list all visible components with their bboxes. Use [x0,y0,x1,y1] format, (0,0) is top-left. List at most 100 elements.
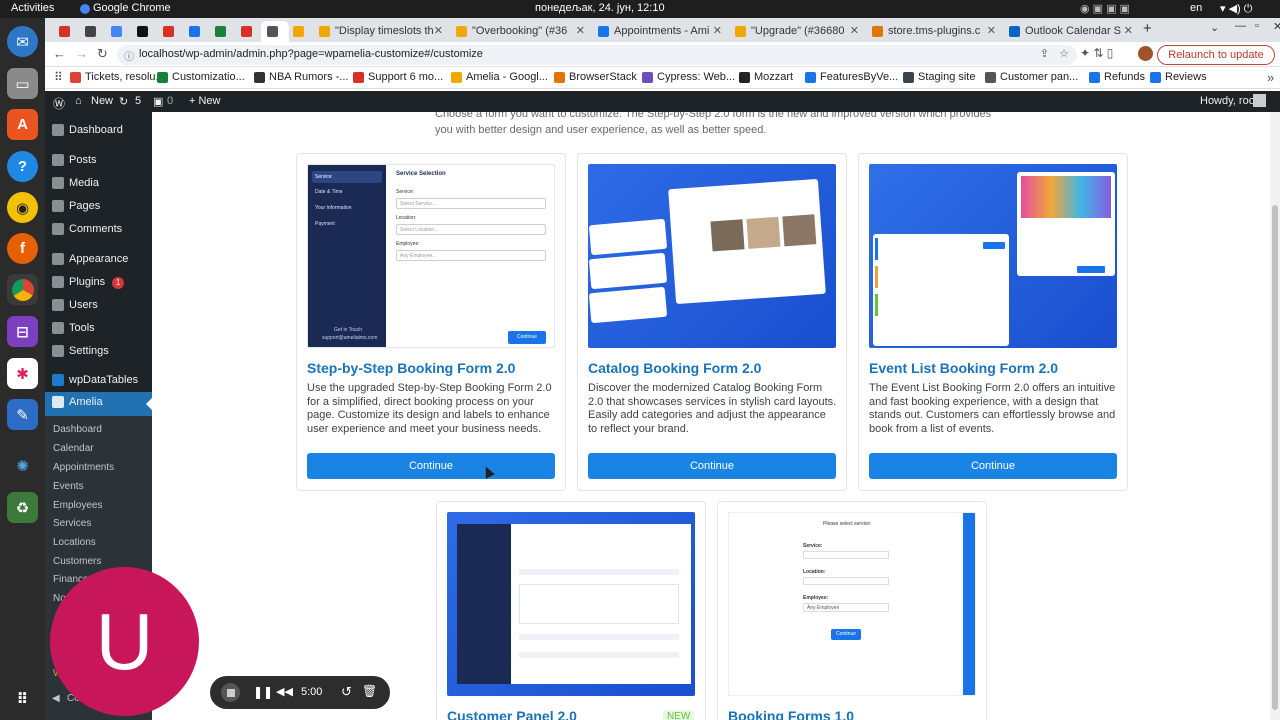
new-content-link[interactable]: + New [189,95,221,107]
close-icon[interactable]: ✕ [576,24,585,37]
chat-app-icon[interactable]: ⊟ [7,316,38,347]
text-editor-icon[interactable]: ✎ [7,399,38,430]
tab-8[interactable] [235,21,263,42]
more-bookmarks-icon[interactable]: » [1267,70,1274,85]
bookmark-item[interactable]: Mozzart [739,71,793,83]
bookmark-item[interactable]: Customer pan... [985,71,1078,83]
bookmark-item[interactable]: Tickets, resolu... [70,71,165,83]
menu-settings[interactable]: Settings [45,341,152,363]
updates-count[interactable]: 5 [135,95,141,107]
menu-comments[interactable]: Comments [45,219,152,241]
close-icon[interactable]: ✕ [850,24,859,37]
tab-overbooking[interactable]: "Overbooking" (#36 ✕ [450,21,590,42]
menu-dashboard[interactable]: Dashboard [45,120,152,142]
lang-indicator[interactable]: en [1190,2,1202,14]
sub-employees[interactable]: Employees [45,500,152,511]
menu-tools[interactable]: Tools [45,318,152,340]
url-input[interactable]: ⓘ localhost/wp-admin/admin.php?page=wpam… [117,45,1077,65]
tab-3[interactable] [105,21,133,42]
tab-search-icon[interactable]: ⌄ [1210,21,1219,34]
comments-count[interactable]: 0 [167,95,173,107]
comments-icon[interactable]: ▣ [153,95,163,108]
sub-events[interactable]: Events [45,481,152,492]
menu-appearance[interactable]: Appearance [45,249,152,271]
bookmark-item[interactable]: BrowserStack [554,71,637,83]
tab-active[interactable] [261,21,289,42]
updates-icon[interactable]: ↻ [119,95,128,108]
menu-users[interactable]: Users [45,295,152,317]
sub-dashboard[interactable]: Dashboard [45,424,152,435]
wifi-icon[interactable]: ▾ ◀) ⏻ [1220,2,1252,16]
show-apps-icon[interactable]: ⠿ [7,683,38,714]
sub-calendar[interactable]: Calendar [45,443,152,454]
share-icon[interactable]: ⇪ [1040,47,1049,60]
bookmark-item[interactable]: Refunds [1089,71,1145,83]
close-icon[interactable]: ✕ [1124,24,1133,37]
bookmark-item[interactable]: NBA Rumors -... [254,71,348,83]
rhythmbox-icon[interactable]: ◉ [7,192,38,223]
slack-icon[interactable]: ✱ [7,358,38,389]
continue-button[interactable]: Continue [588,453,836,479]
chrome-dock-icon[interactable] [7,274,38,305]
restart-icon[interactable]: ↺ [341,684,352,700]
clock[interactable]: понедељак, 24. јун, 12:10 [535,2,665,14]
bookmark-item[interactable]: Cypress: Web... [642,71,735,83]
menu-media[interactable]: Media [45,173,152,195]
close-window-icon[interactable]: ✕ [1273,20,1280,33]
sub-customers[interactable]: Customers [45,556,152,567]
tab-upgrade[interactable]: "Upgrade" (#36680 ✕ [729,21,864,42]
close-icon[interactable]: ✕ [434,24,443,37]
reload-icon[interactable]: ↻ [97,46,108,62]
tab-outlook[interactable]: Outlook Calendar S ✕ [1003,21,1138,42]
back-icon[interactable]: ← [53,46,66,61]
thunderbird-icon[interactable]: ✉ [7,26,38,57]
bookmark-item[interactable]: Support 6 mo... [353,71,443,83]
menu-plugins[interactable]: Plugins 1 [45,272,152,294]
menu-amelia[interactable]: Amelia [45,392,152,416]
sub-services[interactable]: Services [45,518,152,529]
howdy-link[interactable]: Howdy, root [1200,95,1258,107]
close-icon[interactable]: ✕ [987,24,996,37]
menu-pages[interactable]: Pages [45,196,152,218]
tab-5[interactable] [157,21,185,42]
site-name-link[interactable]: New [91,95,113,107]
user-avatar[interactable] [1253,94,1266,107]
trash-icon[interactable]: ♻ [7,492,38,523]
tab-10[interactable] [287,21,315,42]
trash-icon[interactable]: 🗑 [362,684,377,698]
bookmark-item[interactable]: FeaturesByVe... [805,71,898,83]
maximize-icon[interactable]: ▫ [1255,20,1259,32]
sub-locations[interactable]: Locations [45,537,152,548]
star-icon[interactable]: ☆ [1059,47,1069,60]
tab-store[interactable]: store.tms-plugins.c ✕ [866,21,1001,42]
tab-2[interactable] [79,21,107,42]
forward-icon[interactable]: → [75,46,88,61]
site-home-icon[interactable]: ⌂ [75,95,82,107]
minimize-icon[interactable]: — [1235,20,1246,32]
extensions-icon[interactable]: ✦ ⇅ ▯ [1080,46,1113,60]
menu-wpdatatables[interactable]: wpDataTables [45,370,152,392]
bookmark-item[interactable]: Amelia - Googl... [451,71,548,83]
pause-icon[interactable]: ❚❚ [253,685,273,699]
sub-appointments[interactable]: Appointments [45,462,152,473]
help-icon[interactable]: ? [7,151,38,182]
tab-1[interactable] [53,21,81,42]
new-tab-button[interactable]: + [1143,20,1152,37]
apps-icon[interactable]: ⠿ [54,70,63,84]
bookmark-item[interactable]: Reviews [1150,71,1207,83]
wordpress-icon[interactable]: Ⓦ [53,95,65,112]
tab-appointments[interactable]: Appointments - Ami ✕ [592,21,727,42]
activities-button[interactable]: Activities [11,2,54,14]
continue-button[interactable]: Continue [869,453,1117,479]
scrollbar-thumb[interactable] [1272,205,1278,710]
tab-6[interactable] [183,21,211,42]
info-icon[interactable]: ⓘ [124,48,134,63]
continue-button[interactable]: Continue [307,453,555,479]
tab-7[interactable] [209,21,237,42]
software-icon[interactable]: A [7,109,38,140]
rewind-icon[interactable]: ◀◀ [276,685,293,698]
menu-posts[interactable]: Posts [45,150,152,172]
page-scrollbar[interactable] [1270,112,1280,720]
files-icon[interactable]: ▭ [7,68,38,99]
tab-4[interactable] [131,21,159,42]
